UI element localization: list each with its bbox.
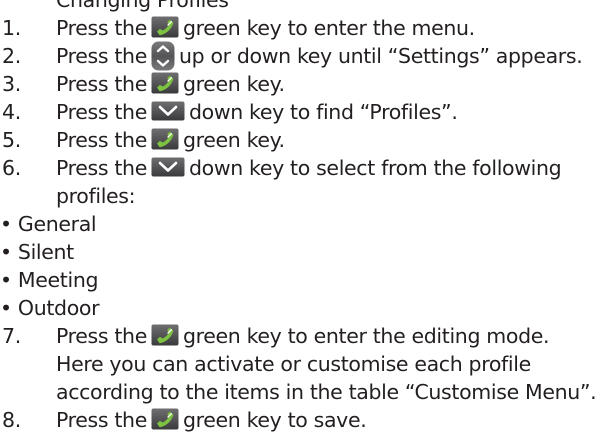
step-number: 3. [2, 72, 21, 96]
intro-line: Changing Profiles [0, 0, 613, 14]
step-text: Press the green key to save. [56, 406, 367, 434]
profile-label: Meeting [17, 268, 99, 292]
step-text-after: green key to enter the menu. [182, 16, 475, 40]
up-down-navigation-key-icon [151, 41, 175, 71]
step-number: 4. [2, 100, 21, 124]
step-7-continuation: according to the items in the table “Cus… [0, 378, 613, 406]
down-key-icon [151, 157, 185, 177]
profile-item: • Meeting [0, 266, 98, 294]
profile-label: Outdoor [17, 296, 100, 320]
profile-list-item: • General [0, 210, 613, 238]
bullet-glyph: • [0, 212, 12, 236]
step-number: 5. [2, 128, 21, 152]
step-text: Press the green key to enter the editing … [56, 322, 550, 350]
step-text-after: down key to find “Profiles”. [188, 100, 458, 124]
green-call-key-icon [151, 408, 179, 430]
green-call-key-icon [151, 324, 179, 346]
step-text-before: Press the [56, 128, 147, 152]
step-text-before: Press the [56, 16, 147, 40]
step-2: 2. Press the up or down key until “Settin… [0, 42, 613, 70]
step-text-after: green key to save. [182, 408, 367, 432]
step-text-after: down key to select from the following [188, 156, 562, 180]
step-text-after: green key. [182, 72, 285, 96]
step-text: Press the green key to enter the menu. [56, 14, 475, 42]
profile-label: General [17, 212, 97, 236]
bullet-glyph: • [0, 268, 12, 292]
step-text-before: Press the [56, 44, 147, 68]
green-call-key-icon [151, 128, 179, 150]
step-5: 5. Press the green key. [0, 126, 613, 154]
step-text: Press the green key. [56, 126, 285, 154]
profile-item: • Outdoor [0, 294, 100, 322]
profile-list-item: • Silent [0, 238, 613, 266]
step-text-before: Press the [56, 324, 147, 348]
step-7-continuation: Here you can activate or customise each … [0, 350, 613, 378]
bullet-glyph: • [0, 240, 12, 264]
green-call-key-icon [151, 16, 179, 38]
step-number: 2. [2, 44, 21, 68]
step-number: 8. [2, 408, 21, 432]
step-text-after: green key. [182, 128, 285, 152]
step-text: Press the green key. [56, 70, 285, 98]
step-text-after: green key to enter the editing mode. [182, 324, 550, 348]
step-text: Press the up or down key until “Settings”… [56, 41, 583, 72]
step-text-after: up or down key until “Settings” appears. [178, 44, 583, 68]
green-call-key-icon [151, 72, 179, 94]
step-6-continuation: profiles: [0, 182, 613, 210]
step-text-before: Press the [56, 156, 147, 180]
step-number: 7. [2, 324, 21, 348]
step-8: 8. Press the green key to save. [0, 406, 613, 434]
instruction-document: Changing Profiles 1. Press the green key … [0, 0, 613, 434]
step-text-before: Press the [56, 100, 147, 124]
step-text-before: Press the [56, 72, 147, 96]
step-text-before: Press the [56, 408, 147, 432]
profile-item: • Silent [0, 238, 74, 266]
step-text: Press the down key to select from the fol… [56, 154, 562, 182]
step-4: 4. Press the down key to find “Profiles”. [0, 98, 613, 126]
step-continuation-text: Here you can activate or customise each … [56, 352, 531, 376]
step-3: 3. Press the green key. [0, 70, 613, 98]
step-1: 1. Press the green key to enter the menu. [0, 14, 613, 42]
down-key-icon [151, 101, 185, 121]
step-number: 1. [2, 16, 21, 40]
bullet-glyph: • [0, 296, 12, 320]
step-continuation-text: according to the items in the table “Cus… [56, 380, 597, 404]
intro-text: Changing Profiles [56, 0, 229, 12]
profile-label: Silent [17, 240, 74, 264]
profile-item: • General [0, 210, 97, 238]
profile-list-item: • Outdoor [0, 294, 613, 322]
step-6: 6. Press the down key to select from the … [0, 154, 613, 182]
step-text: Press the down key to find “Profiles”. [56, 98, 458, 126]
profile-list-item: • Meeting [0, 266, 613, 294]
step-number: 6. [2, 156, 21, 180]
step-7: 7. Press the green key to enter the editi… [0, 322, 613, 350]
step-continuation-text: profiles: [56, 184, 136, 208]
